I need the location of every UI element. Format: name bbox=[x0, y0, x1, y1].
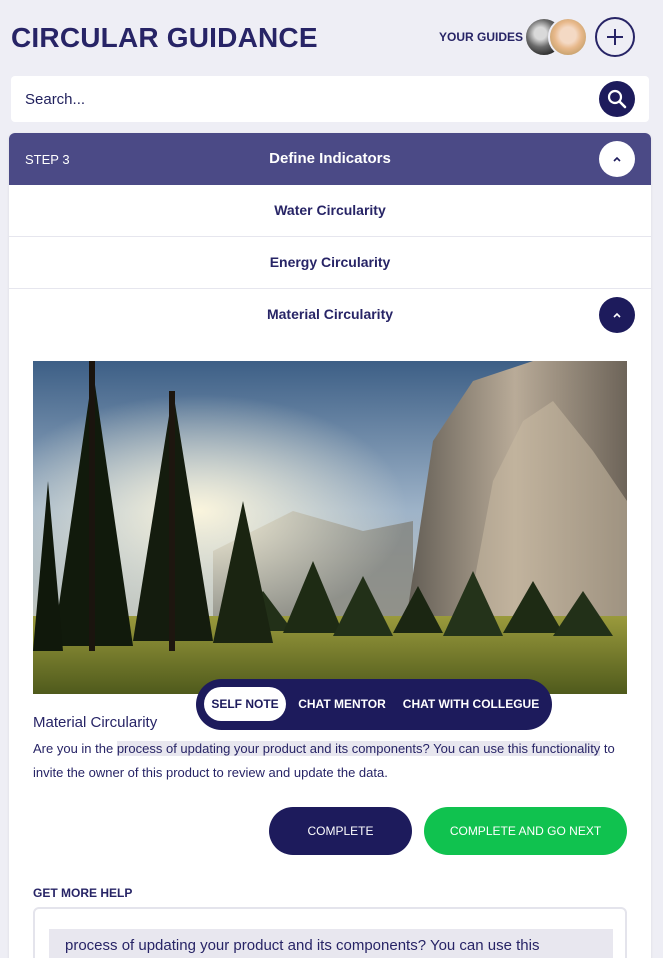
description-start: Are you in the bbox=[33, 741, 117, 756]
collapse-step-button[interactable] bbox=[599, 141, 635, 177]
description-highlight: process of updating your product and its… bbox=[116, 741, 601, 756]
indicator-label: Water Circularity bbox=[274, 202, 386, 218]
tab-chat-mentor[interactable]: CHAT MENTOR bbox=[292, 687, 392, 721]
plus-icon bbox=[607, 29, 623, 45]
indicator-label: Material Circularity bbox=[266, 306, 394, 322]
indicator-detail-title: Material Circularity bbox=[33, 714, 158, 731]
chevron-up-icon bbox=[613, 156, 621, 162]
chat-mode-tabs: SELF NOTE CHAT MENTOR CHAT WITH COLLEGUE bbox=[196, 679, 552, 730]
indicator-material[interactable]: Material Circularity bbox=[9, 289, 651, 341]
indicator-water[interactable]: Water Circularity bbox=[9, 185, 651, 237]
add-guide-button[interactable] bbox=[595, 17, 635, 57]
app-title: CIRCULAR GUIDANCE bbox=[11, 22, 318, 53]
indicator-image bbox=[33, 361, 627, 694]
search-bar bbox=[11, 76, 649, 122]
indicator-description: Are you in the process of updating your … bbox=[33, 737, 633, 785]
help-text: process of updating your product and its… bbox=[49, 929, 613, 958]
complete-and-next-button[interactable]: COMPLETE AND GO NEXT bbox=[424, 807, 627, 855]
search-button[interactable] bbox=[599, 81, 635, 117]
step-title: Define Indicators bbox=[269, 150, 391, 167]
guidance-card: STEP 3 Define Indicators Water Circulari… bbox=[9, 133, 651, 958]
get-more-help-label: GET MORE HELP bbox=[33, 886, 133, 900]
tab-self-note[interactable]: SELF NOTE bbox=[204, 687, 286, 721]
collapse-indicator-button[interactable] bbox=[599, 297, 635, 333]
guide-avatar[interactable] bbox=[548, 17, 588, 57]
search-icon bbox=[607, 89, 627, 109]
complete-button[interactable]: COMPLETE bbox=[269, 807, 412, 855]
your-guides-label: YOUR GUIDES bbox=[439, 30, 524, 44]
app-header: CIRCULAR GUIDANCE YOUR GUIDES bbox=[0, 0, 663, 76]
search-input[interactable] bbox=[25, 88, 585, 110]
step-header[interactable]: STEP 3 Define Indicators bbox=[9, 133, 651, 185]
tab-chat-colleague[interactable]: CHAT WITH COLLEGUE bbox=[398, 687, 544, 721]
indicator-label: Energy Circularity bbox=[269, 254, 391, 270]
chevron-up-icon bbox=[613, 312, 621, 318]
help-box: process of updating your product and its… bbox=[33, 907, 627, 958]
indicator-energy[interactable]: Energy Circularity bbox=[9, 237, 651, 289]
